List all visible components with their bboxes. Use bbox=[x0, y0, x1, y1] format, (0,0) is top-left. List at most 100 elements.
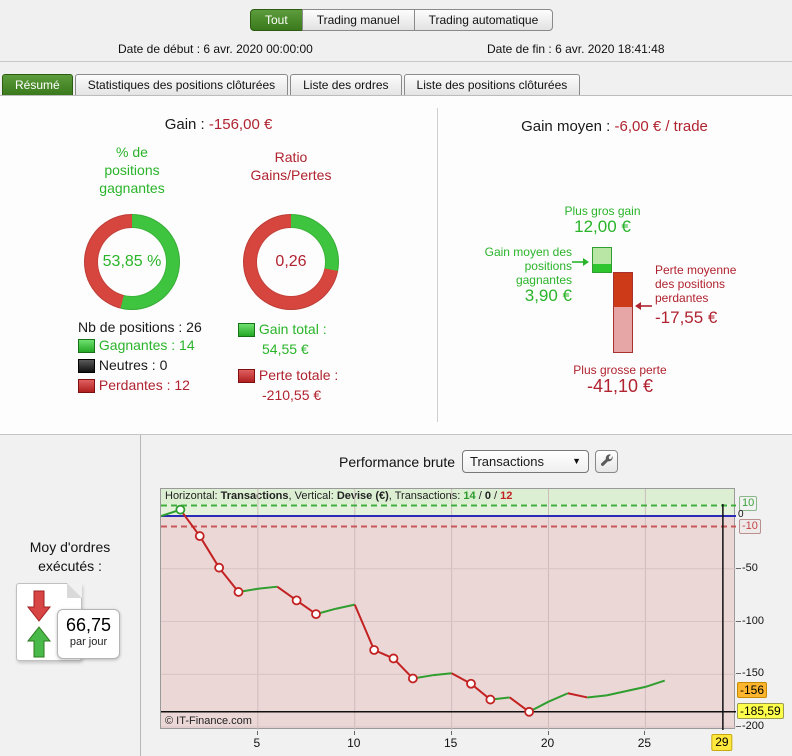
avg-loss-value: -17,55 € bbox=[655, 308, 718, 327]
current-value-box: -156 bbox=[737, 681, 768, 698]
tick-mark bbox=[547, 731, 549, 735]
avg-orders-value: 66,75 bbox=[65, 615, 112, 635]
wrench-icon bbox=[601, 454, 613, 466]
avg-win-label-l3: gagnantes bbox=[515, 273, 572, 287]
copyright-label: © IT-Finance.com bbox=[165, 715, 252, 727]
trading-report-window: Tout Trading manuel Trading automatique … bbox=[0, 0, 792, 756]
scope-tab-trading-automatique[interactable]: Trading automatique bbox=[413, 9, 554, 31]
y-axis-tick: -200 bbox=[742, 720, 765, 732]
avg-orders-label: Moy d'ordres exécutés : bbox=[0, 538, 140, 576]
chart-settings-button[interactable] bbox=[595, 450, 618, 473]
gain-label: Gain : bbox=[164, 116, 205, 133]
top-bar: Tout Trading manuel Trading automatique … bbox=[0, 0, 792, 62]
avg-loss-label-l1: Perte moyenne bbox=[655, 263, 737, 277]
ratio-donut-title-l1: Ratio bbox=[274, 149, 308, 165]
positions-total: Nb de positions : 26 bbox=[78, 319, 202, 335]
x-axis-tick: 5 bbox=[253, 736, 261, 750]
losing-color-swatch bbox=[78, 379, 95, 393]
avg-win-arrow-icon bbox=[572, 258, 589, 266]
neutral-color-swatch bbox=[78, 359, 95, 373]
ratio-donut-title-l2: Gains/Pertes bbox=[250, 167, 332, 183]
min-value-box: -185,59 bbox=[737, 702, 784, 719]
biggest-gain-label: Plus gros gain bbox=[564, 204, 641, 218]
y-axis-tick: -100 bbox=[742, 614, 765, 627]
equity-curve bbox=[161, 489, 736, 730]
avg-orders-box: 66,75 par jour bbox=[57, 609, 120, 659]
performance-label: Performance brute bbox=[339, 454, 455, 470]
loss-total-value: -210,55 € bbox=[262, 387, 322, 403]
gain-total-label: Gain total : bbox=[258, 321, 327, 337]
positions-winning-row: Gagnantes : 14 bbox=[78, 338, 195, 355]
gain-moyen-heading: Gain moyen : -6,00 € / trade bbox=[437, 118, 792, 135]
performance-type-select[interactable]: Transactions ▼ bbox=[462, 450, 589, 473]
scope-tab-tout[interactable]: Tout bbox=[250, 9, 303, 31]
loss-total-swatch bbox=[238, 369, 255, 383]
gain-bar-avg-segment bbox=[593, 264, 611, 272]
loss-bar-max-segment bbox=[614, 307, 632, 352]
tab-liste-ordres[interactable]: Liste des ordres bbox=[290, 74, 402, 95]
date-end-label: Date de fin : bbox=[487, 42, 552, 56]
tab-liste-positions[interactable]: Liste des positions clôturées bbox=[403, 74, 581, 95]
winning-donut-title-l2: positions bbox=[104, 162, 160, 178]
gain-moyen-label: Gain moyen : bbox=[521, 118, 611, 135]
date-start-label: Date de début : bbox=[118, 42, 201, 56]
loss-total-row: Perte totale : bbox=[238, 368, 338, 385]
gain-total-swatch bbox=[238, 323, 255, 337]
summary-divider bbox=[437, 108, 438, 422]
loss-bar bbox=[613, 272, 633, 353]
avg-loss-label-l3: perdantes bbox=[655, 291, 709, 305]
y-axis-tick: -50 bbox=[742, 561, 758, 574]
page-fold-flap bbox=[67, 583, 82, 598]
avg-loss-label: Perte moyenne des positions perdantes bbox=[655, 263, 765, 305]
tab-statistiques-positions[interactable]: Statistiques des positions clôturées bbox=[74, 74, 289, 95]
x-axis-tick: 15 bbox=[443, 736, 458, 750]
tick-mark bbox=[644, 731, 646, 735]
avg-win-label-l1: Gain moyen des bbox=[484, 245, 572, 259]
sidebar-divider bbox=[140, 435, 141, 756]
winning-color-swatch bbox=[78, 339, 95, 353]
performance-type-value: Transactions bbox=[470, 454, 544, 469]
loss-total-label: Perte totale : bbox=[258, 367, 339, 383]
gain-moyen-value: -6,00 € / trade bbox=[614, 118, 708, 135]
tick-mark bbox=[450, 731, 452, 735]
chevron-down-icon: ▼ bbox=[572, 456, 581, 466]
performance-chart[interactable]: Horizontal: Transactions, Vertical: Devi… bbox=[160, 488, 736, 730]
scope-tab-trading-manuel[interactable]: Trading manuel bbox=[301, 9, 415, 31]
date-end-value: 6 avr. 2020 18:41:48 bbox=[555, 42, 665, 56]
scope-button-group: Tout Trading manuel Trading automatique bbox=[250, 9, 554, 31]
tick-mark bbox=[736, 567, 741, 569]
avg-win-value: 3,90 € bbox=[524, 286, 572, 305]
tab-resume[interactable]: Résumé bbox=[2, 74, 73, 95]
biggest-loss-label: Plus grosse perte bbox=[573, 363, 667, 377]
avg-win-label: Gain moyen des positions gagnantes bbox=[440, 245, 572, 287]
positions-neutral-label: Neutres : 0 bbox=[98, 357, 168, 373]
ratio-donut-value: 0,26 bbox=[275, 253, 307, 270]
x-axis-tick: 10 bbox=[347, 736, 361, 750]
ratio-donut: 0,26 bbox=[243, 214, 339, 310]
biggest-gain-value: 12,00 € bbox=[574, 217, 631, 236]
tick-mark bbox=[736, 620, 741, 622]
avg-orders-label-l2: exécutés : bbox=[38, 558, 102, 574]
winning-donut: 53,85 % bbox=[84, 214, 180, 310]
gain-bar bbox=[592, 247, 612, 273]
positions-winning-label: Gagnantes : 14 bbox=[98, 337, 195, 353]
tick-mark bbox=[353, 731, 355, 735]
down-arrow-icon bbox=[26, 590, 52, 622]
winning-donut-title-l3: gagnantes bbox=[99, 180, 165, 196]
performance-section: Performance brute Transactions ▼ Moy d'o… bbox=[0, 434, 792, 756]
x-cursor-box: 29 bbox=[711, 734, 733, 751]
date-end: Date de fin : 6 avr. 2020 18:41:48 bbox=[487, 42, 665, 56]
y-axis-upper-box: 10 bbox=[739, 496, 758, 512]
y-axis-tick: -150 bbox=[742, 667, 765, 680]
ratio-donut-title: Ratio Gains/Pertes bbox=[221, 148, 361, 184]
gain-total-value: 54,55 € bbox=[262, 341, 309, 357]
y-axis-zero-label: 0 bbox=[738, 509, 744, 520]
x-axis-tick: 20 bbox=[540, 736, 555, 750]
winning-donut-title-l1: % de bbox=[116, 144, 148, 160]
avg-orders-label-l1: Moy d'ordres bbox=[29, 539, 111, 555]
tick-mark bbox=[256, 731, 258, 735]
gain-total-row: Gain total : bbox=[238, 322, 327, 339]
summary-panel: Gain : -156,00 € Gain moyen : -6,00 € / … bbox=[0, 96, 792, 434]
up-arrow-icon bbox=[26, 626, 52, 658]
tick-mark bbox=[736, 673, 741, 675]
